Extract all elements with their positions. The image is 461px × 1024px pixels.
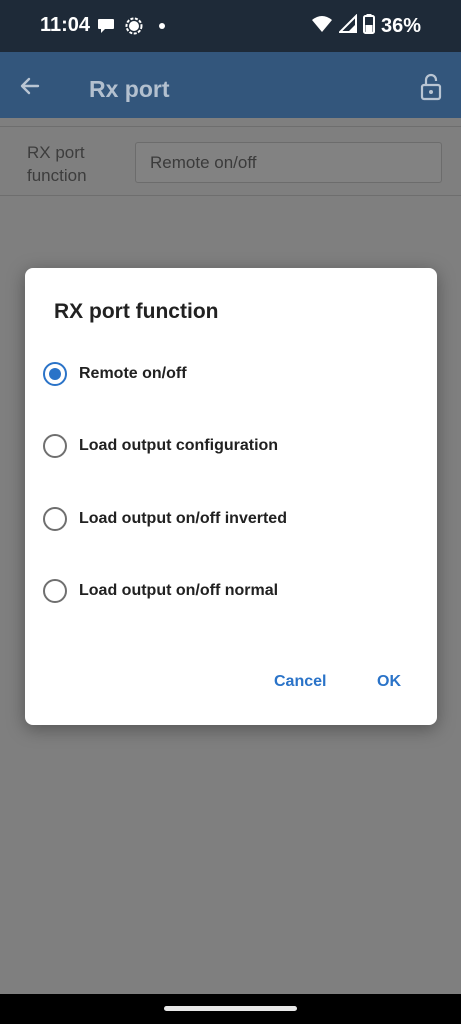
navigation-bar	[0, 994, 461, 1024]
radio-button-selected[interactable]	[43, 362, 67, 386]
option-label: Load output on/off inverted	[79, 510, 287, 527]
option-label: Load output configuration	[79, 437, 279, 454]
dialog-title: RX port function	[54, 300, 219, 323]
wifi-icon	[311, 14, 333, 39]
chat-bubble-icon	[96, 16, 116, 41]
home-gesture-handle[interactable]	[164, 1006, 297, 1011]
rx-port-function-field[interactable]: Remote on/off	[135, 142, 442, 183]
option-load-output-normal[interactable]: Load output on/off normal	[43, 567, 423, 615]
radio-button[interactable]	[43, 434, 67, 458]
option-label: Load output on/off normal	[79, 582, 279, 599]
app-bar: Rx port	[0, 52, 461, 118]
rx-port-function-dialog: RX port function Remote on/off Load outp…	[25, 268, 437, 725]
battery-percent: 36%	[380, 15, 421, 37]
notification-icons	[96, 16, 172, 41]
status-time: 11:04	[40, 14, 91, 36]
cell-signal-icon	[337, 13, 357, 39]
option-remote-on-off[interactable]: Remote on/off	[43, 350, 423, 398]
signal-messenger-icon	[124, 16, 144, 41]
divider	[0, 195, 461, 196]
dot-icon	[152, 16, 172, 41]
rx-port-function-value: Remote on/off	[150, 153, 257, 172]
dialog-actions: Cancel OK	[25, 655, 437, 725]
option-load-output-inverted[interactable]: Load output on/off inverted	[43, 495, 423, 543]
option-load-output-configuration[interactable]: Load output configuration	[43, 422, 423, 470]
status-bar: 11:04 36%	[0, 0, 461, 52]
option-label: Remote on/off	[79, 365, 187, 382]
page-title: Rx port	[89, 76, 170, 102]
radio-button[interactable]	[43, 579, 67, 603]
divider	[0, 126, 461, 127]
cancel-button[interactable]: Cancel	[268, 669, 332, 695]
ok-button[interactable]: OK	[371, 669, 407, 695]
radio-button[interactable]	[43, 507, 67, 531]
battery-icon	[362, 14, 375, 39]
lock-icon[interactable]	[419, 73, 443, 101]
back-arrow-icon[interactable]	[18, 74, 42, 98]
rx-port-function-label: RX port function	[27, 143, 87, 185]
